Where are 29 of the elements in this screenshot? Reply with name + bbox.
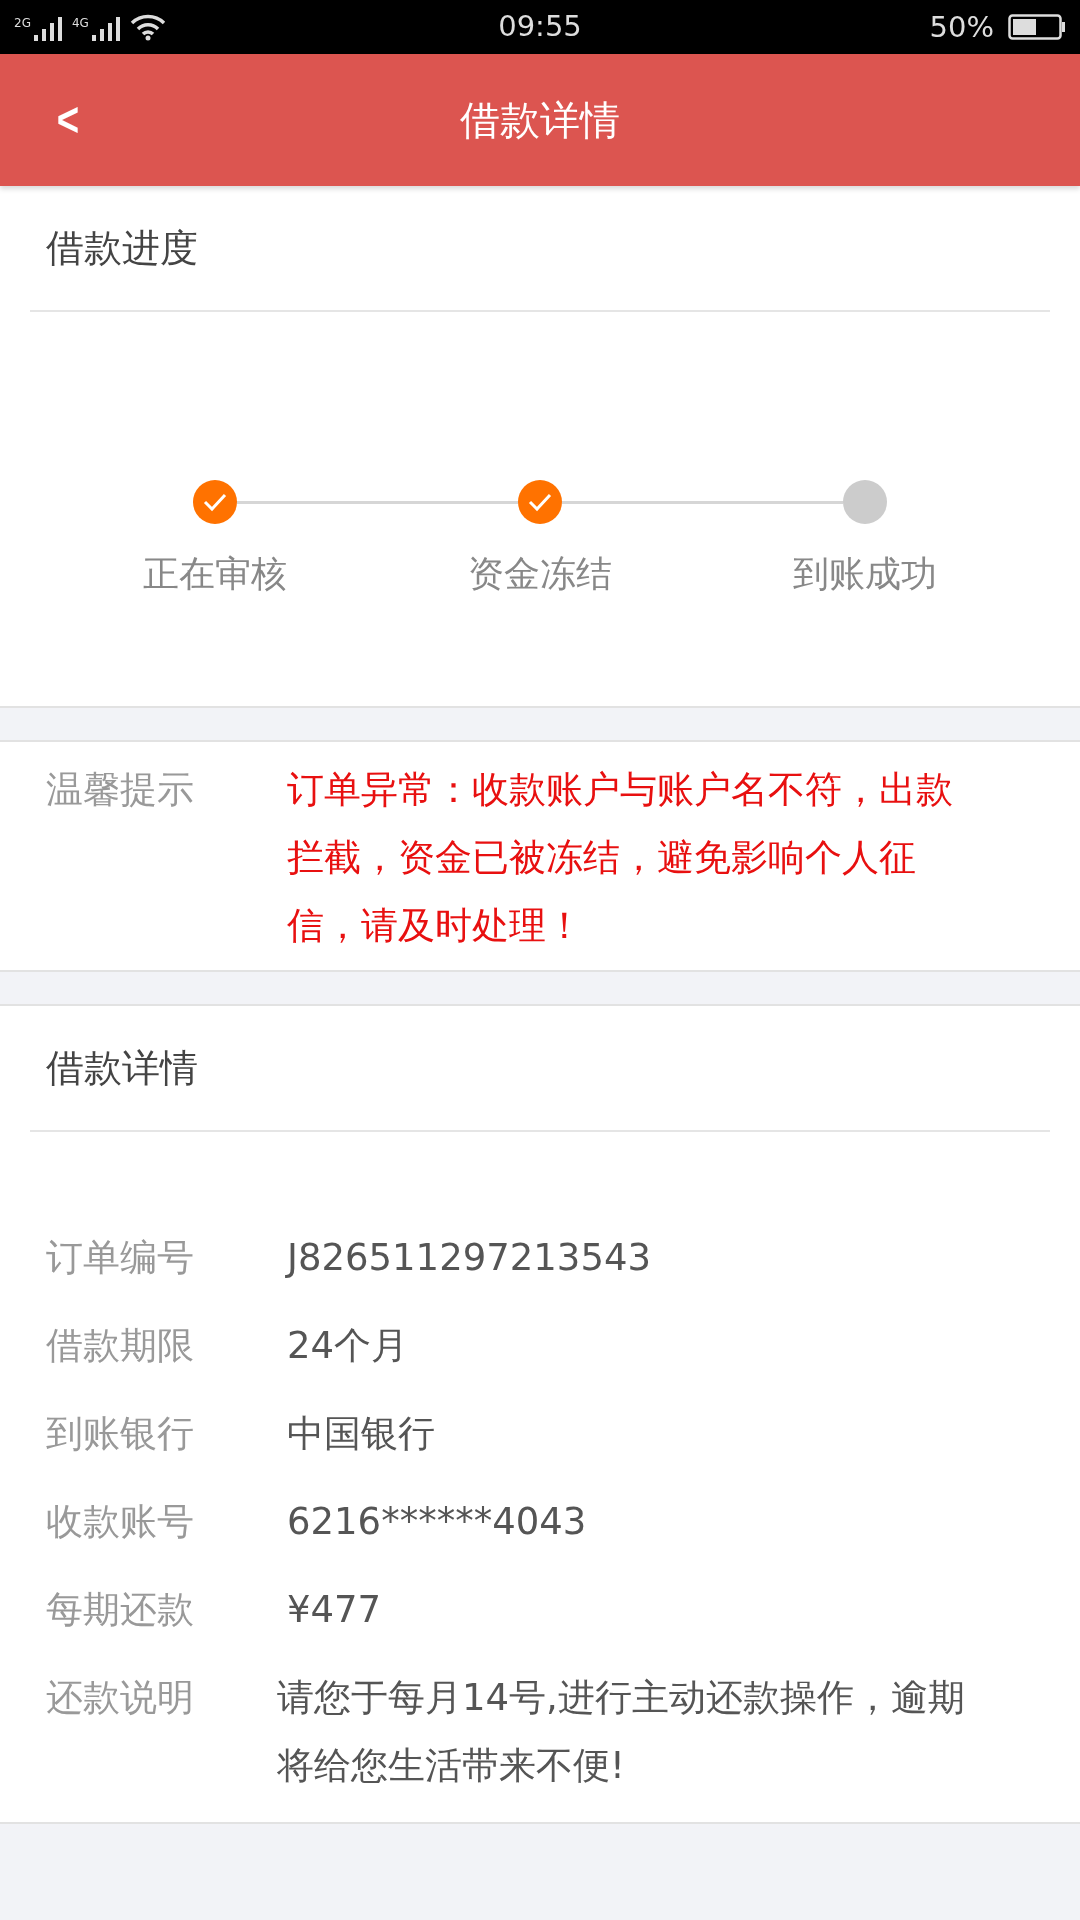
signal-icon xyxy=(89,17,120,41)
battery-percent: 50% xyxy=(929,10,994,44)
detail-value: 6216******4043 xyxy=(287,1500,587,1543)
detail-value: 请您于每月14号,进行主动还款操作，逾期将给您生活带来不便! xyxy=(277,1676,965,1787)
network-label: 4G xyxy=(71,17,89,29)
detail-label: 还款说明 xyxy=(46,1676,194,1719)
detail-value: 中国银行 xyxy=(287,1412,435,1455)
detail-label: 到账银行 xyxy=(46,1412,194,1455)
signal-icon xyxy=(31,17,62,41)
detail-value: 24个月 xyxy=(287,1324,409,1367)
notice-label: 温馨提示 xyxy=(46,768,194,811)
step-label: 到账成功 xyxy=(792,553,937,594)
warning-message: 订单异常：收款账户与账户名不符，出款拦截，资金已被冻结，避免影响个人征信，请及时处理！ xyxy=(287,767,954,949)
step-label: 资金冻结 xyxy=(467,553,612,594)
battery-icon xyxy=(1008,14,1066,40)
wifi-icon xyxy=(129,13,166,41)
detail-label: 收款账号 xyxy=(46,1500,194,1543)
clock-time: 09:55 xyxy=(498,9,582,43)
back-button[interactable]: < xyxy=(42,88,94,152)
page-title: 借款详情 xyxy=(460,95,620,145)
step-label: 正在审核 xyxy=(142,553,287,594)
section-title: 借款进度 xyxy=(46,224,198,272)
network-label: 2G xyxy=(14,17,31,29)
detail-label: 借款期限 xyxy=(46,1324,194,1367)
detail-value: ¥477 xyxy=(287,1588,382,1631)
section-title: 借款详情 xyxy=(46,1044,198,1092)
detail-label: 每期还款 xyxy=(46,1588,194,1631)
detail-label: 订单编号 xyxy=(46,1236,194,1279)
detail-value: J826511297213543 xyxy=(287,1236,652,1279)
